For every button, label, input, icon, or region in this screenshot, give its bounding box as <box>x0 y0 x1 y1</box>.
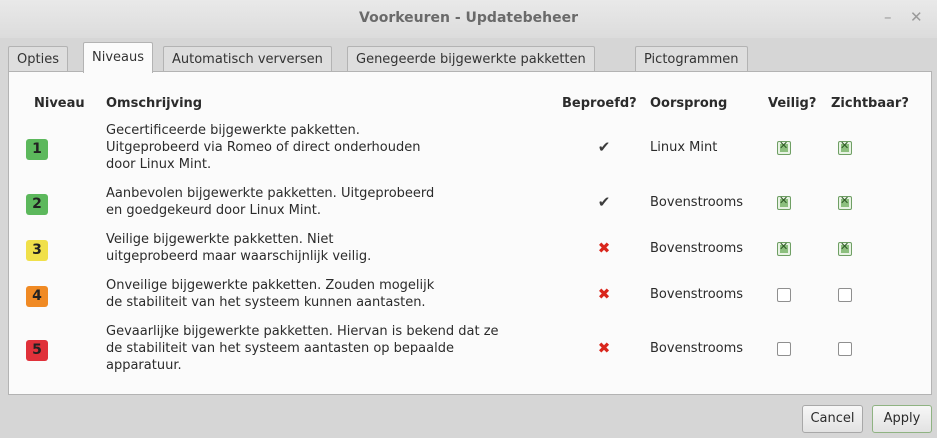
level-description: Onveilige bijgewerkte pakketten. Zouden … <box>106 277 566 311</box>
levels-panel: Niveau Omschrijving Beproefd? Oorsprong … <box>8 71 932 395</box>
description-line: de stabiliteit van het systeem kunnen aa… <box>106 295 426 310</box>
origin-label: Bovenstrooms <box>650 195 744 210</box>
tab-genegeerde-pakketten[interactable]: Genegeerde bijgewerkte pakketten <box>347 46 595 72</box>
visible-checkbox[interactable]: ✕ <box>838 240 852 256</box>
minimize-icon[interactable]: – <box>884 9 892 25</box>
level-badge: 3 <box>26 240 48 261</box>
tab-automatisch-verversen[interactable]: Automatisch verversen <box>163 46 332 72</box>
description-line: door Linux Mint. <box>106 157 212 172</box>
level-description: Veilige bijgewerkte pakketten. Niet uitg… <box>106 231 566 265</box>
description-line: de stabiliteit van het systeem aantasten… <box>106 341 454 356</box>
description-line: Uitgeprobeerd via Romeo of direct onderh… <box>106 140 421 155</box>
preferences-window: Voorkeuren - Updatebeheer – ✕ Opties Niv… <box>0 0 937 438</box>
safe-checkbox[interactable] <box>777 342 791 356</box>
origin-label: Bovenstrooms <box>650 287 744 302</box>
level-description: Aanbevolen bijgewerkte pakketten. Uitgep… <box>106 185 566 219</box>
header-visible: Zichtbaar? <box>831 96 909 111</box>
header-description: Omschrijving <box>106 96 203 111</box>
level-badge: 1 <box>26 139 48 160</box>
level-description: Gevaarlijke bijgewerkte pakketten. Hierv… <box>106 323 566 374</box>
description-line: apparatuur. <box>106 358 182 373</box>
tab-pictogrammen[interactable]: Pictogrammen <box>635 46 748 72</box>
safe-checkbox[interactable]: ✕ <box>777 240 791 256</box>
visible-checkbox[interactable]: ✕ <box>838 139 852 155</box>
visible-checkbox[interactable] <box>838 342 852 356</box>
header-tested: Beproefd? <box>562 96 637 111</box>
tested-cross-icon: ✖ <box>597 239 611 257</box>
tested-cross-icon: ✖ <box>597 285 611 303</box>
level-badge: 4 <box>26 286 48 307</box>
window-title: Voorkeuren - Updatebeheer <box>359 10 578 26</box>
description-line: uitgeprobeerd maar waarschijnlijk veilig… <box>106 249 372 264</box>
apply-button[interactable]: Apply <box>872 405 932 433</box>
description-line: Veilige bijgewerkte pakketten. Niet <box>106 232 334 247</box>
description-line: en goedgekeurd door Linux Mint. <box>106 203 321 218</box>
header-origin: Oorsprong <box>650 96 728 111</box>
cancel-button[interactable]: Cancel <box>802 405 863 433</box>
tested-check-icon: ✔ <box>597 138 611 156</box>
tab-opties[interactable]: Opties <box>8 46 68 72</box>
origin-label: Bovenstrooms <box>650 241 744 256</box>
level-badge: 5 <box>26 340 48 361</box>
safe-checkbox[interactable] <box>777 288 791 302</box>
description-line: Gecertificeerde bijgewerkte pakketten. <box>106 123 360 138</box>
header-level: Niveau <box>34 96 85 111</box>
title-bar[interactable]: Voorkeuren - Updatebeheer – ✕ <box>0 0 937 38</box>
level-badge: 2 <box>26 194 48 215</box>
origin-label: Linux Mint <box>650 140 718 155</box>
visible-checkbox[interactable]: ✕ <box>838 194 852 210</box>
close-icon[interactable]: ✕ <box>910 9 923 25</box>
safe-checkbox[interactable]: ✕ <box>777 139 791 155</box>
visible-checkbox[interactable] <box>838 288 852 302</box>
description-line: Gevaarlijke bijgewerkte pakketten. Hierv… <box>106 324 499 339</box>
tab-niveaus[interactable]: Niveaus <box>83 42 154 73</box>
level-description: Gecertificeerde bijgewerkte pakketten. U… <box>106 122 566 173</box>
description-line: Aanbevolen bijgewerkte pakketten. Uitgep… <box>106 186 435 201</box>
header-safe: Veilig? <box>768 96 817 111</box>
description-line: Onveilige bijgewerkte pakketten. Zouden … <box>106 278 435 293</box>
tested-check-icon: ✔ <box>597 193 611 211</box>
origin-label: Bovenstrooms <box>650 341 744 356</box>
tested-cross-icon: ✖ <box>597 339 611 357</box>
safe-checkbox[interactable]: ✕ <box>777 194 791 210</box>
